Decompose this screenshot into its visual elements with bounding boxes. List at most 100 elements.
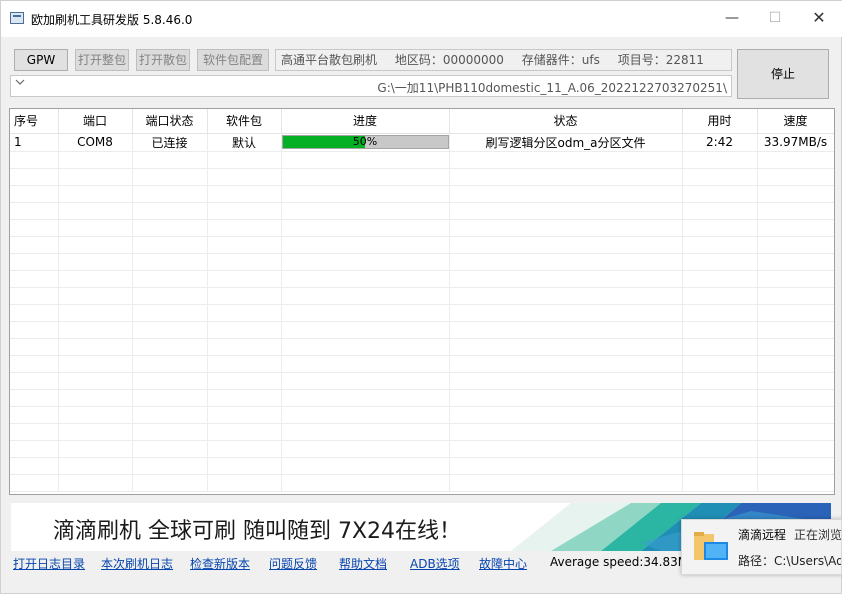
empty-cell xyxy=(58,338,133,356)
row-speed: 33.97MB/s xyxy=(757,133,834,152)
empty-cell xyxy=(132,474,208,492)
empty-cell xyxy=(449,440,683,458)
empty-cell xyxy=(58,236,133,254)
empty-cell xyxy=(281,321,450,339)
empty-cell xyxy=(207,287,282,305)
remote-notification[interactable]: 滴滴远程正在浏览： 路径：C:\Users\Ad xyxy=(681,519,842,575)
empty-cell xyxy=(10,202,59,220)
empty-cell xyxy=(132,151,208,169)
empty-cell xyxy=(10,423,59,441)
check-update-link[interactable]: 检查新版本 xyxy=(190,555,250,572)
empty-row xyxy=(10,389,834,407)
empty-cell xyxy=(281,185,450,203)
empty-cell xyxy=(682,440,758,458)
empty-cell xyxy=(682,253,758,271)
header-speed[interactable]: 速度 xyxy=(757,109,834,134)
empty-cell xyxy=(207,185,282,203)
adb-options-link[interactable]: ADB选项 xyxy=(410,555,460,572)
empty-row xyxy=(10,457,834,475)
open-full-package-button[interactable]: 打开整包 xyxy=(75,49,129,71)
empty-cell xyxy=(449,474,683,492)
empty-cell xyxy=(449,236,683,254)
empty-cell xyxy=(281,287,450,305)
empty-row xyxy=(10,474,834,492)
empty-cell xyxy=(449,151,683,169)
empty-cell xyxy=(281,304,450,322)
empty-cell xyxy=(58,270,133,288)
empty-cell xyxy=(132,372,208,390)
empty-cell xyxy=(281,406,450,424)
empty-cell xyxy=(207,406,282,424)
empty-cell xyxy=(58,389,133,407)
empty-cell xyxy=(281,355,450,373)
empty-cell xyxy=(682,389,758,407)
empty-cell xyxy=(58,219,133,237)
feedback-link[interactable]: 问题反馈 xyxy=(269,555,317,572)
fault-center-link[interactable]: 故障中心 xyxy=(479,555,527,572)
row-package: 默认 xyxy=(207,133,282,152)
header-status[interactable]: 状态 xyxy=(449,109,683,134)
empty-row xyxy=(10,372,834,390)
empty-cell xyxy=(757,355,834,373)
empty-cell xyxy=(10,474,59,492)
open-log-folder-link[interactable]: 打开日志目录 xyxy=(13,555,85,572)
empty-row xyxy=(10,168,834,186)
empty-cell xyxy=(682,474,758,492)
empty-cell xyxy=(757,423,834,441)
notification-title: 滴滴远程正在浏览： xyxy=(738,526,841,543)
empty-cell xyxy=(207,457,282,475)
empty-cell xyxy=(10,355,59,373)
empty-cell xyxy=(449,321,683,339)
empty-cell xyxy=(58,253,133,271)
empty-cell xyxy=(682,287,758,305)
empty-cell xyxy=(281,202,450,220)
empty-cell xyxy=(132,202,208,220)
empty-cell xyxy=(449,338,683,356)
empty-row xyxy=(10,321,834,339)
empty-cell xyxy=(10,457,59,475)
empty-cell xyxy=(682,168,758,186)
empty-cell xyxy=(58,474,133,492)
empty-cell xyxy=(682,219,758,237)
empty-cell xyxy=(757,168,834,186)
package-config-button[interactable]: 软件包配置 xyxy=(197,49,269,71)
progress-bar: 50% xyxy=(281,135,448,149)
open-loose-package-button[interactable]: 打开散包 xyxy=(136,49,190,71)
empty-cell xyxy=(757,202,834,220)
empty-cell xyxy=(132,304,208,322)
close-button[interactable]: ✕ xyxy=(797,1,841,35)
package-path-dropdown[interactable]: G:\一加11\PHB110domestic_11_A.06_202212270… xyxy=(10,75,732,97)
header-port-status[interactable]: 端口状态 xyxy=(132,109,208,134)
app-icon xyxy=(10,12,24,24)
empty-cell xyxy=(132,287,208,305)
header-elapsed[interactable]: 用时 xyxy=(682,109,758,134)
gpw-button[interactable]: GPW xyxy=(14,49,68,71)
help-docs-link[interactable]: 帮助文档 xyxy=(339,555,387,572)
chevron-down-icon[interactable] xyxy=(15,78,25,89)
empty-row xyxy=(10,440,834,458)
empty-cell xyxy=(449,423,683,441)
empty-cell xyxy=(281,389,450,407)
stop-button[interactable]: 停止 xyxy=(737,49,829,99)
empty-cell xyxy=(132,338,208,356)
empty-cell xyxy=(132,270,208,288)
minimize-button[interactable]: — xyxy=(710,1,754,35)
empty-cell xyxy=(207,202,282,220)
empty-cell xyxy=(58,202,133,220)
header-progress[interactable]: 进度 xyxy=(281,109,450,134)
empty-cell xyxy=(132,253,208,271)
current-flash-log-link[interactable]: 本次刷机日志 xyxy=(101,555,173,572)
empty-cell xyxy=(757,253,834,271)
empty-cell xyxy=(207,355,282,373)
header-port[interactable]: 端口 xyxy=(58,109,133,134)
empty-cell xyxy=(10,304,59,322)
empty-cell xyxy=(132,168,208,186)
empty-cell xyxy=(757,151,834,169)
table-row[interactable]: 1 COM8 已连接 默认 50% 刷写逻辑分区odm_a分区文件 2:42 3… xyxy=(10,133,834,152)
maximize-button[interactable]: ☐ xyxy=(753,1,797,35)
header-package[interactable]: 软件包 xyxy=(207,109,282,134)
empty-cell xyxy=(207,321,282,339)
empty-row xyxy=(10,270,834,288)
header-index[interactable]: 序号 xyxy=(10,109,59,134)
grid-header-row: 序号 端口 端口状态 软件包 进度 状态 用时 速度 xyxy=(10,109,834,134)
